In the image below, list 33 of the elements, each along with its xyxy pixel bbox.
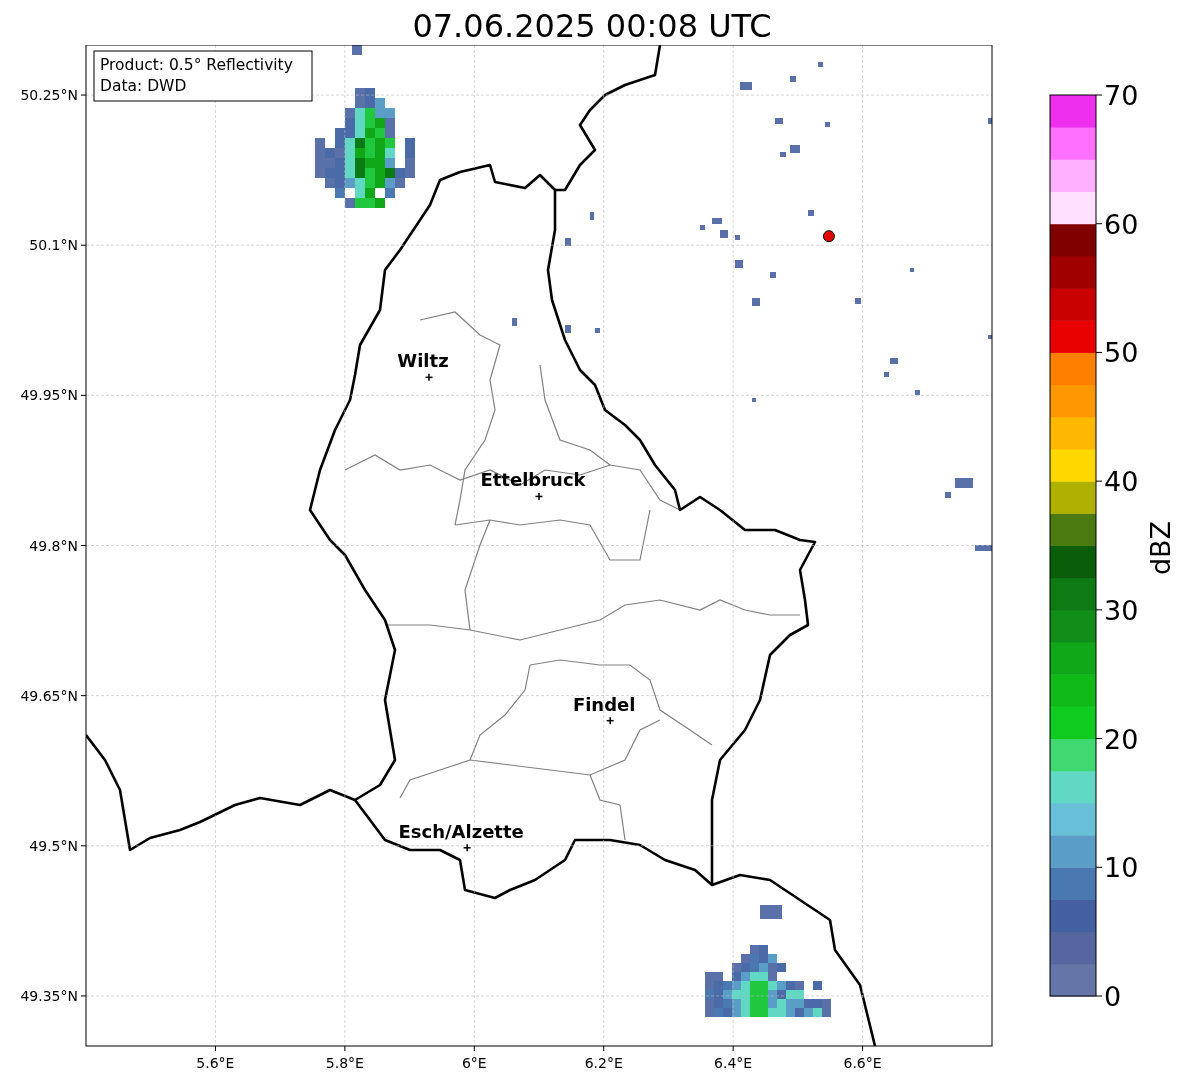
info-text: Data: DWD — [100, 77, 187, 95]
colorbar-tick-label: 60 — [1104, 208, 1139, 240]
longitude-tick-label: 6.4°E — [714, 1055, 753, 1071]
longitude-tick-label: 6°E — [461, 1055, 487, 1071]
city-marker-icon — [424, 373, 434, 382]
colorbar-tick-label: 70 — [1104, 80, 1139, 111]
longitude-tick-label: 5.8°E — [325, 1055, 364, 1071]
longitude-tick-label: 6.2°E — [584, 1055, 623, 1071]
latitude-tick-label: 49.95°N — [20, 387, 78, 404]
colorbar-label: dBZ — [1145, 520, 1176, 576]
latitude-tick-label: 49.65°N — [20, 687, 78, 704]
city-marker-icon — [605, 716, 615, 725]
colorbar-tick-label: 0 — [1104, 981, 1122, 1012]
city-marker-icon — [462, 843, 472, 853]
longitude-tick-label: 6.6°E — [843, 1055, 882, 1071]
colorbar-tick-label: 40 — [1104, 466, 1139, 498]
colorbar-tick-label: 10 — [1104, 852, 1139, 884]
latitude-tick-label: 49.8°N — [29, 537, 78, 554]
latitude-tick-label: 49.5°N — [29, 837, 78, 854]
info-text: Product: 0.5° Reflectivity — [100, 56, 293, 74]
city-marker-icon — [534, 492, 544, 501]
latitude-tick-label: 50.1°N — [29, 237, 78, 254]
city-label: Esch/Alzette — [398, 820, 524, 842]
city-label: Ettelbruck — [480, 469, 586, 491]
figure-title: 07.06.2025 00:08 UTC — [411, 6, 773, 45]
colorbar-tick-label: 30 — [1104, 594, 1139, 626]
longitude-tick-label: 5.6°E — [196, 1055, 235, 1071]
city-label: Wiltz — [397, 350, 449, 372]
city-label: Findel — [572, 693, 636, 715]
colorbar-tick-label: 50 — [1104, 337, 1139, 369]
latitude-tick-label: 49.35°N — [20, 987, 78, 1004]
latitude-tick-label: 50.25°N — [20, 87, 78, 104]
colorbar-tick-label: 20 — [1104, 723, 1139, 755]
